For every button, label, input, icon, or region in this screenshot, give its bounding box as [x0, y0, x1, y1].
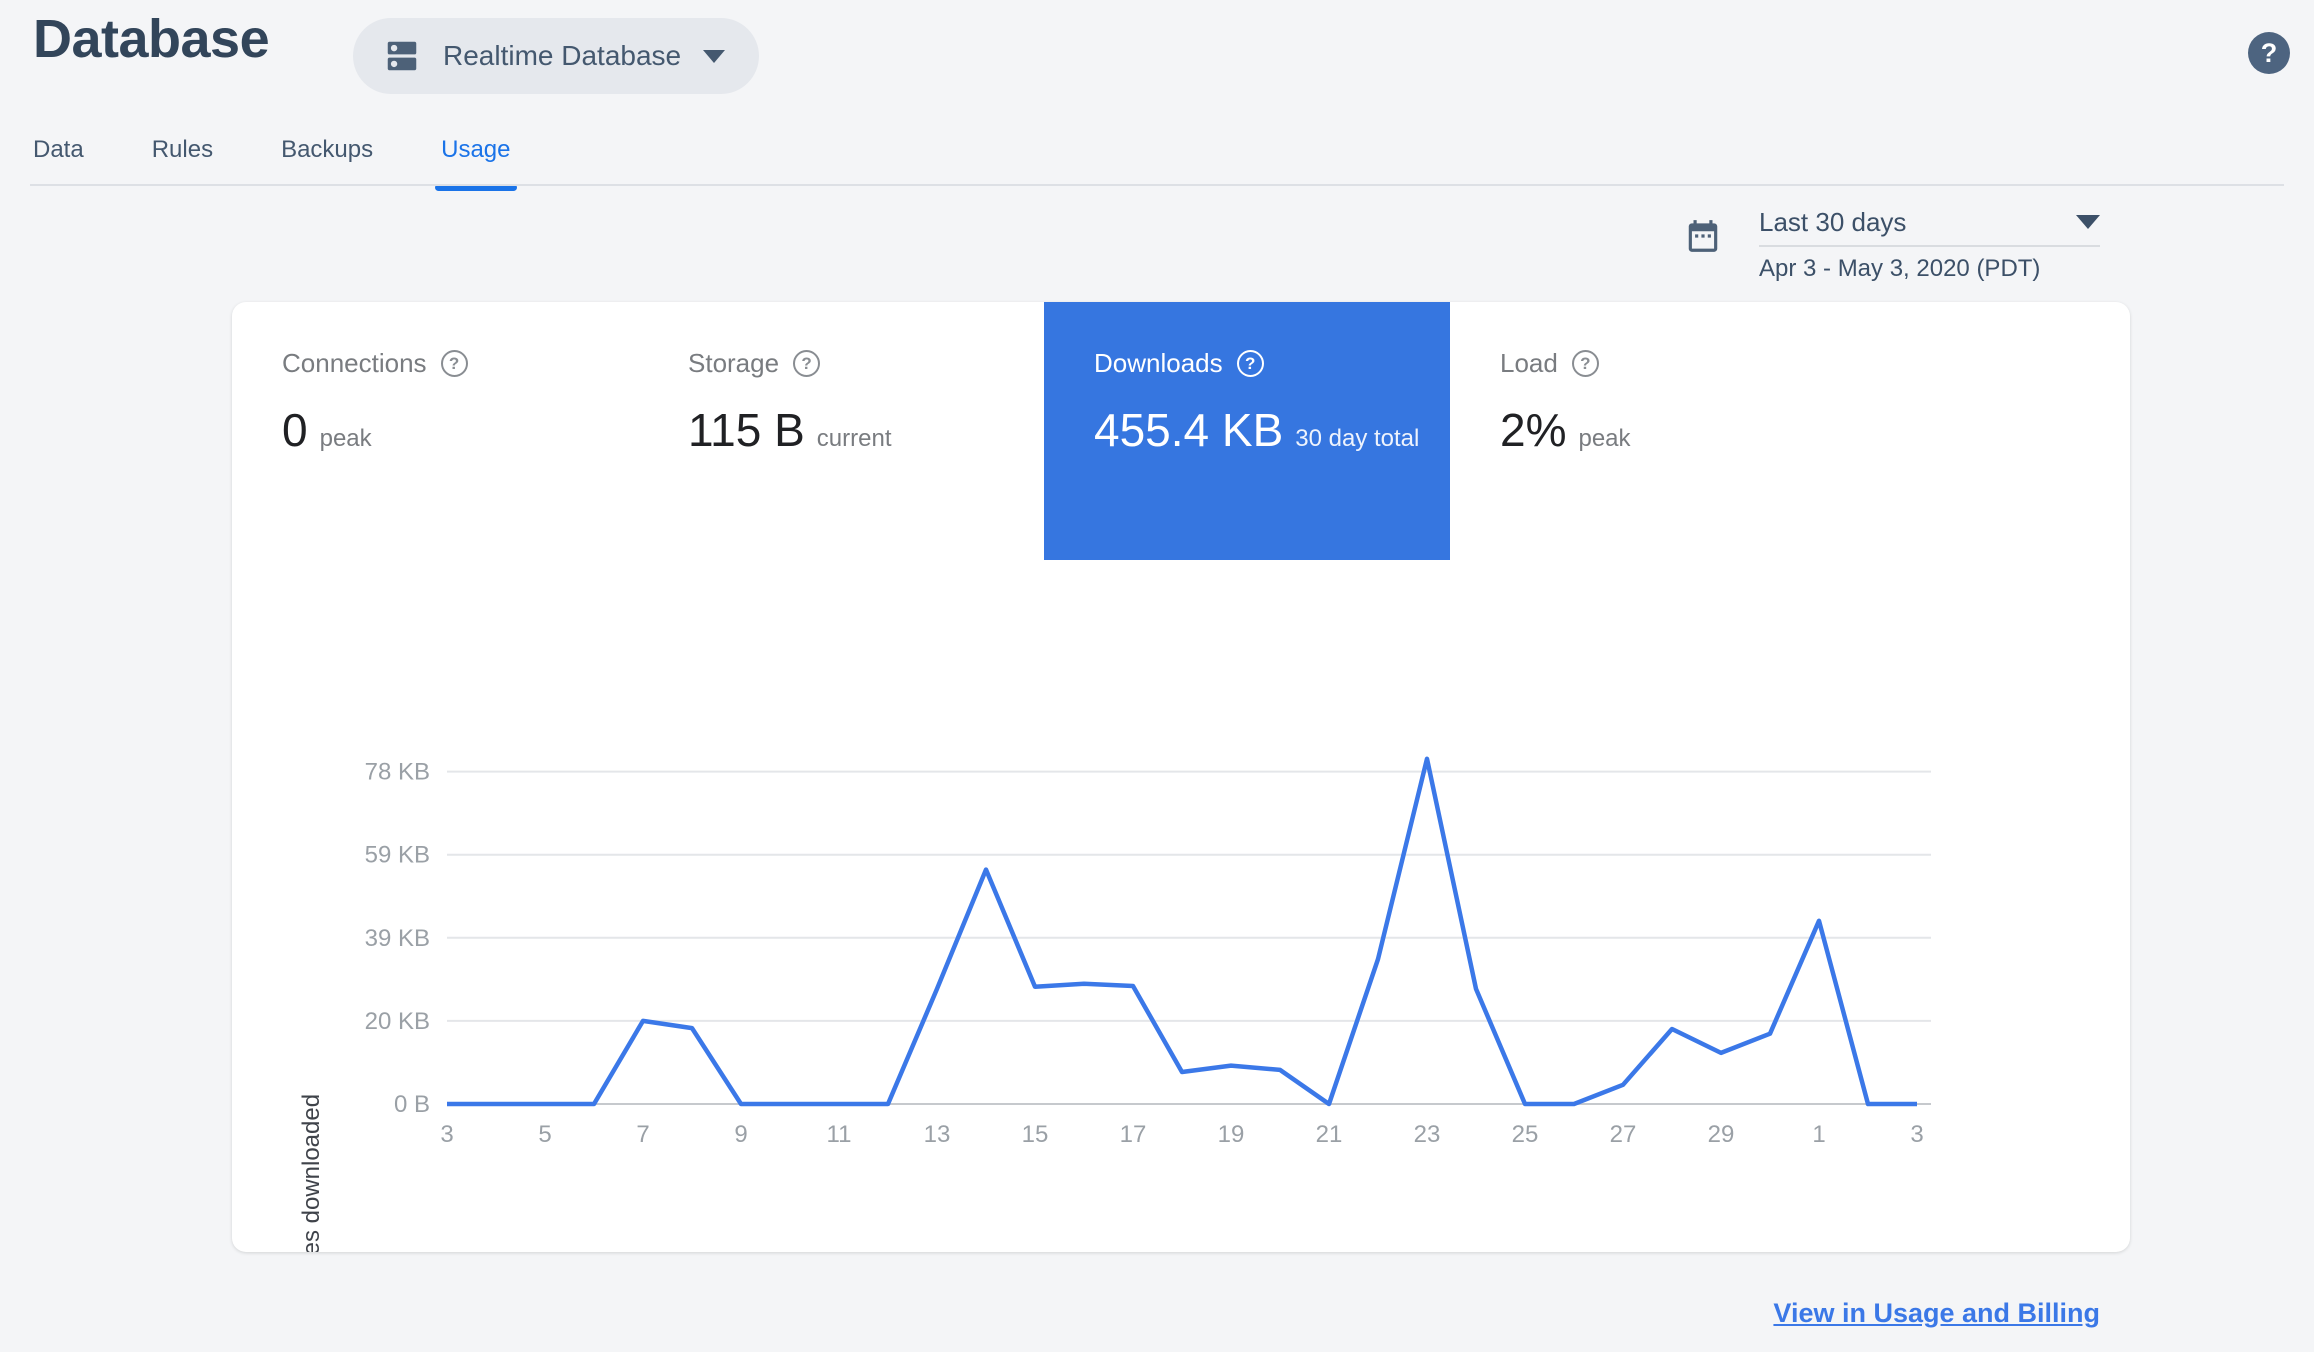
metric-load[interactable]: Load ? 2% peak: [1450, 302, 1856, 560]
date-range-text: Last 30 days Apr 3 - May 3, 2020 (PDT): [1759, 205, 2100, 283]
database-selector[interactable]: Realtime Database: [353, 18, 760, 94]
metric-connections-value: 0: [282, 404, 308, 456]
metric-storage-label: Storage: [688, 348, 780, 378]
svg-text:59 KB: 59 KB: [365, 842, 430, 869]
tab-data-label: Data: [33, 136, 84, 163]
metric-storage[interactable]: Storage ? 115 B current: [638, 302, 1044, 560]
calendar-icon: [1684, 217, 1722, 260]
downloads-line-chart: 78 KB59 KB39 KB20 KB0 B3 5 7 9 11 13 15 17 19 21 2…: [365, 756, 1931, 1148]
tabs-divider: [30, 184, 2284, 186]
date-range-preset: Last 30 days: [1759, 207, 1907, 237]
metric-storage-value: 115 B: [688, 404, 805, 456]
metric-downloads-suffix: 30 day total: [1295, 425, 1420, 452]
bottom-strip: [0, 1352, 2314, 1366]
help-glyph: ?: [1244, 353, 1256, 373]
tab-backups-label: Backups: [281, 136, 374, 163]
metrics-row: Connections ? 0 peak Storage ? 115 B cur…: [232, 302, 1856, 560]
svg-text:39 KB: 39 KB: [365, 925, 430, 952]
metric-downloads-value: 455.4 KB: [1094, 404, 1284, 456]
svg-text:78 KB: 78 KB: [365, 759, 430, 786]
usage-card: Connections ? 0 peak Storage ? 115 B cur…: [232, 302, 2130, 1252]
tab-usage[interactable]: Usage: [435, 136, 517, 191]
svg-text:5: 5: [538, 1121, 551, 1148]
svg-text:13: 13: [924, 1121, 951, 1148]
help-icon[interactable]: ?: [1571, 350, 1599, 377]
svg-text:3: 3: [1910, 1121, 1923, 1148]
svg-text:3: 3: [440, 1121, 453, 1148]
tab-rules-label: Rules: [151, 136, 214, 163]
usage-billing-link[interactable]: View in Usage and Billing: [1773, 1298, 2100, 1329]
help-glyph: ?: [448, 353, 460, 373]
tab-rules[interactable]: Rules: [152, 136, 213, 188]
database-icon: [383, 37, 421, 75]
metric-load-label: Load: [1500, 348, 1558, 378]
date-range-value: Apr 3 - May 3, 2020 (PDT): [1759, 255, 2041, 282]
svg-text:29: 29: [1708, 1121, 1735, 1148]
tab-bar: Data Rules Backups Usage: [33, 136, 517, 191]
metric-downloads-label: Downloads: [1094, 348, 1223, 378]
svg-text:27: 27: [1610, 1121, 1637, 1148]
metric-connections[interactable]: Connections ? 0 peak: [232, 302, 638, 560]
svg-text:23: 23: [1414, 1121, 1441, 1148]
svg-text:19: 19: [1218, 1121, 1245, 1148]
metric-load-value: 2%: [1500, 404, 1567, 456]
svg-text:11: 11: [827, 1121, 852, 1148]
svg-text:0 B: 0 B: [394, 1091, 430, 1118]
help-icon[interactable]: ?: [793, 350, 821, 377]
svg-text:17: 17: [1120, 1121, 1147, 1148]
help-icon[interactable]: ?: [1236, 350, 1264, 377]
svg-text:25: 25: [1512, 1121, 1539, 1148]
tab-data[interactable]: Data: [33, 136, 84, 188]
help-glyph: ?: [1580, 353, 1591, 373]
svg-text:9: 9: [734, 1121, 747, 1148]
y-axis-title: Bytes downloaded: [298, 1093, 325, 1252]
downloads-chart: Bytes downloaded 78 KB 59 KB 39 KB 20 KB 0 B…: [298, 720, 2000, 1252]
database-selector-label: Realtime Database: [443, 40, 682, 71]
metric-connections-suffix: peak: [319, 425, 372, 452]
metric-storage-suffix: current: [816, 425, 892, 452]
metric-load-suffix: peak: [1578, 425, 1631, 452]
svg-text:15: 15: [1022, 1121, 1049, 1148]
page-title: Database: [33, 9, 270, 69]
svg-text:1: 1: [1812, 1121, 1825, 1148]
help-glyph: ?: [801, 353, 812, 373]
database-usage-page: Database Realtime Database ? Data Rules …: [0, 0, 2314, 1366]
svg-text:7: 7: [636, 1121, 649, 1148]
help-icon: ?: [2260, 37, 2278, 68]
chevron-down-icon: [703, 49, 726, 63]
help-icon[interactable]: ?: [440, 350, 468, 377]
metric-connections-label: Connections: [282, 348, 427, 378]
help-button[interactable]: ?: [2248, 32, 2290, 74]
tab-usage-label: Usage: [441, 136, 511, 163]
date-range-divider: [1759, 245, 2100, 247]
svg-text:21: 21: [1316, 1121, 1343, 1148]
chevron-down-icon: [2076, 215, 2100, 229]
metric-downloads[interactable]: Downloads ? 455.4 KB 30 day total: [1044, 302, 1450, 560]
svg-text:20 KB: 20 KB: [365, 1008, 430, 1035]
tab-backups[interactable]: Backups: [281, 136, 373, 188]
